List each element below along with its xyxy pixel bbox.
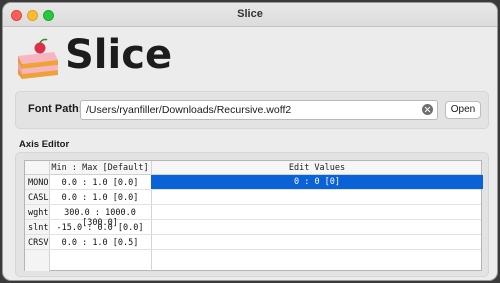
- app-window: Slice Slice Font Path: /Users/ryanfiller…: [2, 2, 498, 281]
- axis-minmax: 0.0 : 1.0 [0.5]: [61, 238, 139, 248]
- font-path-group: Font Path: /Users/ryanfiller/Downloads/R…: [15, 91, 489, 129]
- table-row[interactable]: CRSV 0.0 : 1.0 [0.5]: [25, 235, 481, 250]
- axis-table: Min : Max [Default] Edit Values MONO 0.0…: [24, 160, 483, 272]
- table-row[interactable]: slnt -15.0 : 0.0 [0.0]: [25, 220, 481, 235]
- axis-edit-value[interactable]: [151, 190, 483, 204]
- table-row[interactable]: MONO 0.0 : 1.0 [0.0] 0 : 0 [0]: [25, 175, 483, 190]
- axis-tag: slnt: [28, 223, 49, 233]
- axis-editor-group: Min : Max [Default] Edit Values MONO 0.0…: [15, 152, 489, 277]
- title-bar[interactable]: Slice: [3, 3, 497, 27]
- axis-tag: CRSV: [28, 238, 49, 248]
- cake-slice-icon: [18, 38, 58, 79]
- axis-edit-value[interactable]: [151, 205, 483, 219]
- axis-tag: MONO: [28, 178, 49, 188]
- window-title: Slice: [237, 8, 263, 20]
- minmax-column-header[interactable]: Min : Max [Default]: [49, 163, 151, 173]
- table-row[interactable]: wght 300.0 : 1000.0 [300.0]: [25, 205, 483, 228]
- font-path-label: Font Path:: [28, 103, 83, 115]
- axis-edit-value[interactable]: [151, 235, 483, 249]
- font-path-input[interactable]: /Users/ryanfiller/Downloads/Recursive.wo…: [80, 100, 438, 120]
- open-button[interactable]: Open: [445, 101, 481, 119]
- axis-tag: CASL: [28, 193, 49, 203]
- axis-edit-value[interactable]: [151, 220, 483, 234]
- table-row[interactable]: CASL 0.0 : 1.0 [0.0]: [25, 190, 481, 205]
- app-logo-text: Slice: [65, 32, 173, 78]
- axis-minmax: -15.0 : 0.0 [0.0]: [56, 223, 144, 233]
- axis-minmax: 0.0 : 1.0 [0.0]: [61, 193, 139, 203]
- table-header: Min : Max [Default] Edit Values: [25, 161, 481, 175]
- axis-editor-title: Axis Editor: [19, 139, 70, 150]
- edit-values-column-header[interactable]: Edit Values: [151, 163, 483, 173]
- axis-tag: wght: [28, 208, 49, 218]
- axis-minmax: 0.0 : 1.0 [0.0]: [61, 178, 139, 188]
- axis-edit-value[interactable]: 0 : 0 [0]: [151, 175, 483, 189]
- clear-icon[interactable]: [422, 104, 433, 115]
